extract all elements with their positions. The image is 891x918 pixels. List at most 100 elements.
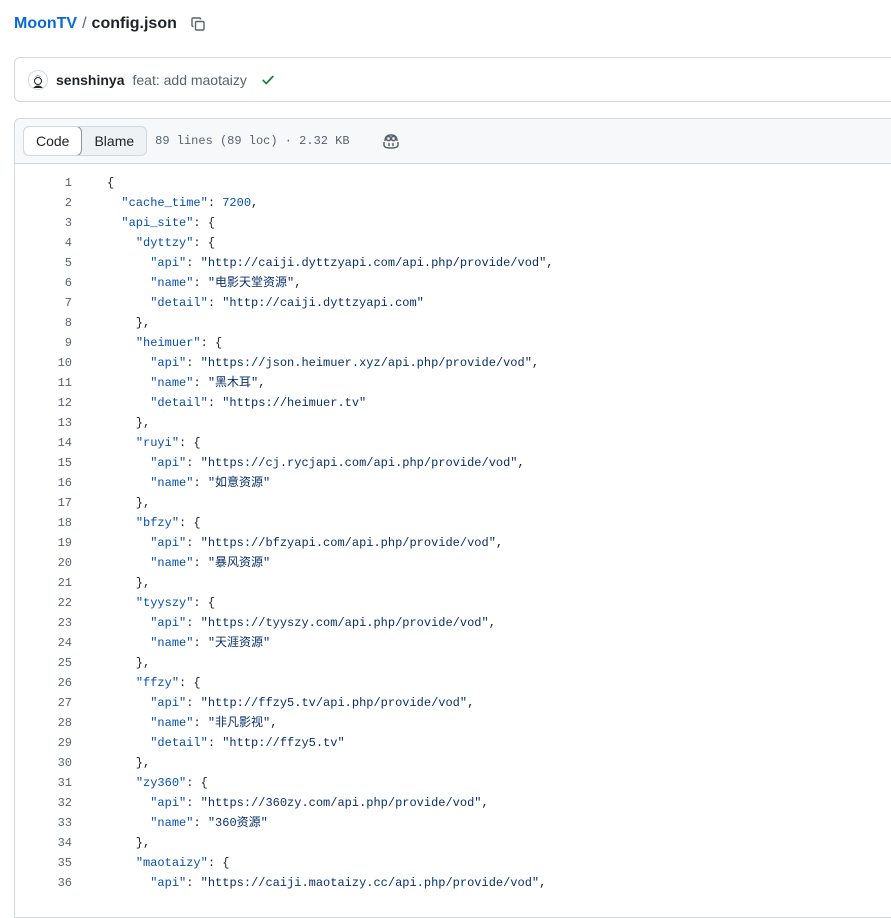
line-number[interactable]: 25: [15, 653, 72, 673]
line-number[interactable]: 16: [15, 473, 72, 493]
line-number[interactable]: 20: [15, 553, 72, 573]
code-token: "cache_time": [121, 196, 208, 210]
copilot-button[interactable]: [382, 133, 400, 149]
code-line: 28 "name": "非凡影视",: [15, 713, 891, 733]
line-number[interactable]: 3: [15, 213, 72, 233]
line-number[interactable]: 13: [15, 413, 72, 433]
code-token: : {: [193, 596, 216, 610]
line-number[interactable]: 10: [15, 353, 72, 373]
line-number[interactable]: 7: [15, 293, 72, 313]
code-token: "api": [150, 616, 187, 630]
line-content: {: [72, 173, 114, 193]
code-token: "http://ffzy5.tv": [222, 736, 345, 750]
line-number[interactable]: 28: [15, 713, 72, 733]
code-token: "tyyszy": [135, 596, 194, 610]
line-content: "api": "https://tyyszy.com/api.php/provi…: [72, 613, 496, 633]
line-number[interactable]: 11: [15, 373, 72, 393]
line-number[interactable]: 34: [15, 833, 72, 853]
view-toggle: Code Blame: [23, 126, 148, 156]
code-token: : {: [186, 776, 208, 790]
code-token: :: [193, 556, 208, 570]
line-number[interactable]: 8: [15, 313, 72, 333]
commit-author[interactable]: senshinya: [56, 72, 124, 88]
code-token: "detail": [150, 396, 208, 410]
code-token: ,: [488, 616, 496, 630]
code-view[interactable]: 1{2 "cache_time": 7200, 3 "api_site": {4 …: [15, 164, 891, 893]
line-number[interactable]: 14: [15, 433, 72, 453]
code-line: 24 "name": "天涯资源": [15, 633, 891, 653]
code-line: 21 },: [15, 573, 891, 593]
commit-status[interactable]: [261, 73, 275, 87]
copy-icon: [191, 17, 205, 31]
avatar[interactable]: [28, 69, 48, 90]
line-content: "api": "http://caiji.dyttzyapi.com/api.p…: [72, 253, 553, 273]
code-token: "电影天堂资源": [207, 276, 295, 290]
line-content: },: [72, 413, 150, 433]
line-number[interactable]: 12: [15, 393, 72, 413]
line-number[interactable]: 30: [15, 753, 72, 773]
code-token: ,: [481, 796, 489, 810]
blame-tab[interactable]: Blame: [82, 127, 146, 155]
line-number[interactable]: 4: [15, 233, 72, 253]
line-number[interactable]: 6: [15, 273, 72, 293]
line-content: "name": "非凡影视",: [72, 713, 277, 733]
code-token: :: [186, 536, 201, 550]
code-line: 31 "zy360": {: [15, 773, 891, 793]
code-token: ,: [251, 196, 259, 210]
code-token: "http://caiji.dyttzyapi.com": [222, 296, 424, 310]
line-content: "api_site": {: [72, 213, 215, 233]
line-number[interactable]: 35: [15, 853, 72, 873]
code-line: 11 "name": "黑木耳",: [15, 373, 891, 393]
code-line: 26 "ffzy": {: [15, 673, 891, 693]
line-number[interactable]: 32: [15, 793, 72, 813]
line-number[interactable]: 31: [15, 773, 72, 793]
line-content: "ruyi": {: [72, 433, 201, 453]
line-number[interactable]: 1: [15, 173, 72, 193]
code-token: :: [186, 256, 201, 270]
line-number[interactable]: 36: [15, 873, 72, 893]
line-number[interactable]: 18: [15, 513, 72, 533]
breadcrumb-repo-link[interactable]: MoonTV: [14, 15, 77, 33]
copy-path-button[interactable]: [187, 13, 209, 35]
commit-message[interactable]: feat: add maotaizy: [132, 72, 246, 88]
code-line: 25 },: [15, 653, 891, 673]
code-tab[interactable]: Code: [24, 127, 83, 155]
line-content: "bfzy": {: [72, 513, 201, 533]
code-token: :: [193, 816, 208, 830]
code-token: :: [186, 696, 201, 710]
line-number[interactable]: 26: [15, 673, 72, 693]
code-token: ,: [531, 356, 540, 370]
line-number[interactable]: 29: [15, 733, 72, 753]
line-content: "detail": "http://caiji.dyttzyapi.com": [72, 293, 424, 313]
code-line: 34 },: [15, 833, 891, 853]
line-number[interactable]: 22: [15, 593, 72, 613]
code-token: :: [207, 736, 223, 750]
file-meta: 89 lines (89 loc) · 2.32 KB: [155, 134, 350, 148]
code-token: ,: [258, 376, 266, 390]
line-number[interactable]: 17: [15, 493, 72, 513]
line-content: },: [72, 573, 150, 593]
code-token: "api": [150, 876, 187, 890]
code-token: "天涯资源": [207, 636, 271, 650]
code-token: "360资源": [207, 816, 268, 830]
line-number[interactable]: 27: [15, 693, 72, 713]
code-line: 17 },: [15, 493, 891, 513]
line-number[interactable]: 23: [15, 613, 72, 633]
line-number[interactable]: 15: [15, 453, 72, 473]
file-viewer: Code Blame 89 lines (89 loc) · 2.32 KB 1…: [14, 118, 891, 918]
line-number[interactable]: 2: [15, 193, 72, 213]
line-number[interactable]: 5: [15, 253, 72, 273]
line-content: "name": "如意资源": [72, 473, 270, 493]
line-number[interactable]: 9: [15, 333, 72, 353]
line-number[interactable]: 21: [15, 573, 72, 593]
line-number[interactable]: 33: [15, 813, 72, 833]
line-number[interactable]: 19: [15, 533, 72, 553]
line-number[interactable]: 24: [15, 633, 72, 653]
